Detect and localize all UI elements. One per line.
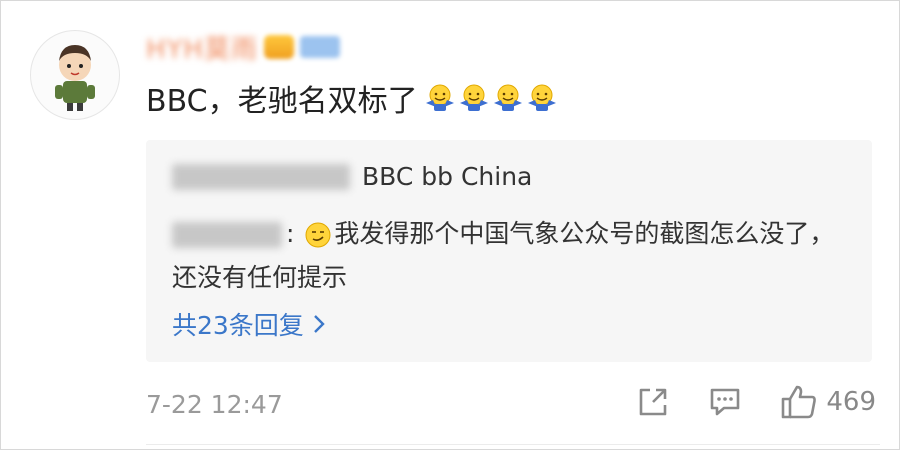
like-count: 469 (826, 387, 876, 417)
shrug-emoji-icon (526, 83, 558, 113)
level-badge-icon (299, 36, 340, 58)
divider (146, 444, 880, 445)
reply-card[interactable]: BBC bb China : 我发得那个中国气象公众号的截图怎么没了，还没有任何… (146, 140, 872, 362)
colon: : (286, 219, 295, 248)
shrug-emoji-icon (492, 83, 524, 113)
share-icon[interactable] (636, 385, 670, 419)
reply-line-1: BBC bb China (172, 162, 532, 191)
reply-line-2: : 我发得那个中国气象公众号的截图怎么没了，还没有任何提示 (172, 212, 852, 300)
timestamp: 7-22 12:47 (146, 390, 283, 419)
comment-icon[interactable] (708, 385, 742, 419)
reply-line-1-text: BBC bb China (362, 162, 533, 191)
comment-text: BBC，老驰名双标了 (146, 84, 418, 119)
comment-footer: 7-22 12:47 469 (146, 380, 876, 430)
thumbs-up-icon (780, 384, 818, 420)
smirk-emoji-icon (304, 221, 332, 249)
comment-body: BBC，老驰名双标了 (146, 76, 558, 120)
blurred-reply-author-2 (172, 222, 282, 248)
like-button[interactable]: 469 (780, 384, 876, 420)
blurred-reply-author (172, 163, 350, 190)
more-replies-link[interactable]: 共23条回复 (172, 306, 326, 342)
username-row[interactable]: HYH莫雨 (146, 29, 340, 66)
username[interactable]: HYH莫雨 (146, 29, 258, 66)
member-badge-icon (263, 35, 294, 59)
more-replies-label[interactable]: 共23条回复 (172, 306, 304, 342)
shrug-emoji-icon (458, 83, 490, 113)
action-bar: 469 (636, 384, 876, 420)
avatar[interactable] (30, 30, 120, 120)
shrug-emoji-icon (424, 83, 456, 113)
emoji-row (424, 83, 558, 113)
chevron-right-icon (312, 313, 326, 335)
